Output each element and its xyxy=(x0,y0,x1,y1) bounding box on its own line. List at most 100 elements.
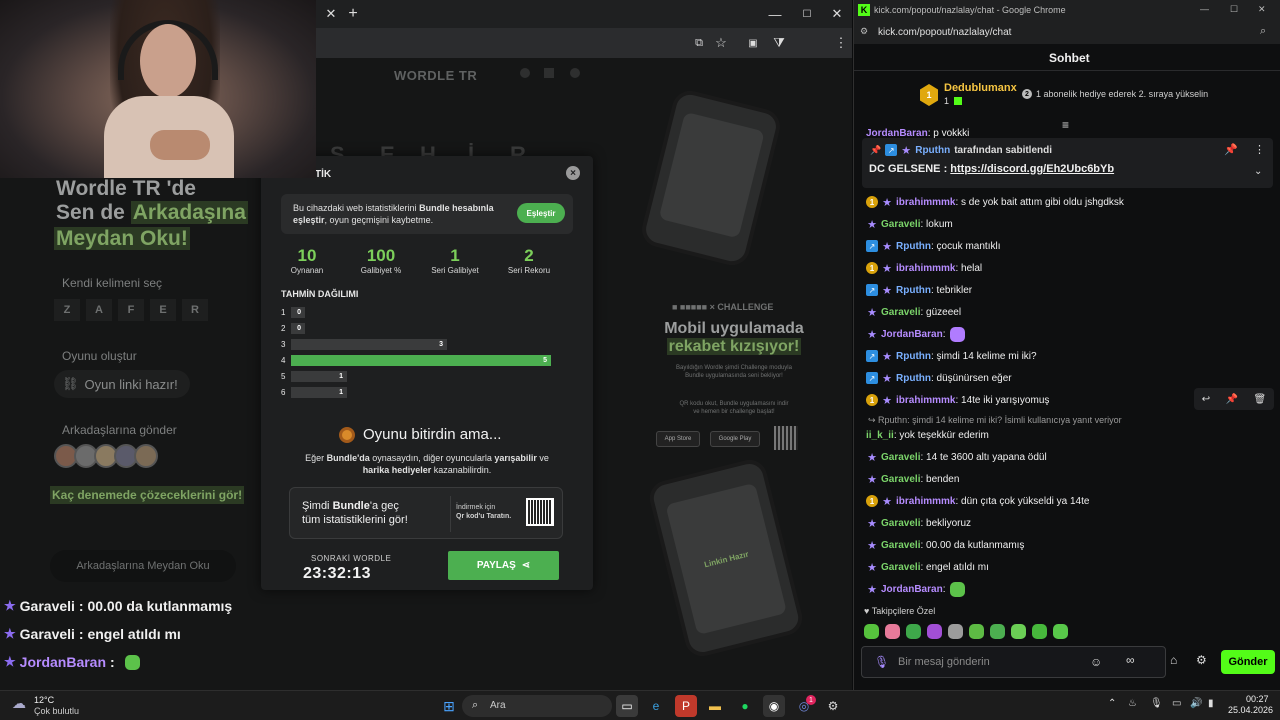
emoji-icon[interactable]: ☺ xyxy=(1090,655,1102,669)
pinned-by-user[interactable]: Rputhn xyxy=(915,145,950,156)
emote-icon[interactable] xyxy=(990,624,1005,639)
link-infinity-icon[interactable]: ∞ xyxy=(1126,653,1135,667)
app-icon[interactable]: ⚙ xyxy=(822,695,844,717)
chat-username[interactable]: ibrahimmmk xyxy=(896,395,955,406)
volume-icon[interactable]: 🔊 xyxy=(1190,698,1202,709)
more-options-icon[interactable]: ⋮ xyxy=(1254,143,1265,156)
cast-icon[interactable]: ⧉ xyxy=(688,32,710,54)
chat-username[interactable]: ibrahimmmk xyxy=(896,263,955,274)
share-button[interactable]: PAYLAŞ ⋖ xyxy=(448,551,559,580)
pin-message-icon[interactable]: 📌 xyxy=(1226,394,1238,405)
file-explorer-icon[interactable]: ▬ xyxy=(704,695,726,717)
battery-icon[interactable]: ▮ xyxy=(1208,698,1214,709)
emote-icon[interactable] xyxy=(1032,624,1047,639)
emote-icon[interactable] xyxy=(948,624,963,639)
taskbar-search[interactable]: ⌕ Ara xyxy=(462,695,612,717)
menu-kebab-icon[interactable]: ⋮ xyxy=(830,32,852,54)
reply-icon[interactable]: ↩ xyxy=(1202,394,1210,405)
chat-username[interactable]: JordanBaran xyxy=(881,584,943,595)
chat-username[interactable]: Garaveli xyxy=(881,307,920,318)
spotify-icon[interactable]: ● xyxy=(734,695,756,717)
emote-icon[interactable] xyxy=(1011,624,1026,639)
stat-label: Seri Rekoru xyxy=(507,266,551,275)
chat-username[interactable]: ibrahimmmk xyxy=(896,197,955,208)
clock-time[interactable]: 00:27 xyxy=(1246,694,1269,704)
collapse-icon[interactable]: ≡ xyxy=(1062,118,1069,132)
emote-icon[interactable] xyxy=(969,624,984,639)
close-icon[interactable]: ✕ xyxy=(1258,4,1266,15)
maximize-icon[interactable]: ☐ xyxy=(796,3,818,25)
steam-icon[interactable]: ♨ xyxy=(1128,698,1137,709)
url-text[interactable]: kick.com/popout/nazlalay/chat xyxy=(878,27,1011,38)
send-button[interactable]: Gönder xyxy=(1221,650,1275,674)
emote-icon[interactable] xyxy=(927,624,942,639)
settings-gear-icon[interactable]: ⚙ xyxy=(1196,653,1207,667)
bundle-promo-box[interactable]: Şimdi Bundle'a geç tüm istatistiklerini … xyxy=(289,487,563,539)
zoom-search-icon[interactable]: ⌕ xyxy=(1260,25,1266,38)
chat-username[interactable]: Garaveli xyxy=(881,562,920,573)
chat-username[interactable]: Rputhn xyxy=(896,373,931,384)
new-tab-icon[interactable]: + xyxy=(342,3,364,25)
modal-title: TİK xyxy=(315,169,332,180)
settings-gear-icon[interactable] xyxy=(570,68,580,78)
emote-icon[interactable] xyxy=(906,624,921,639)
delete-icon[interactable]: 🗑 xyxy=(1254,394,1267,405)
chat-username[interactable]: Garaveli xyxy=(881,452,920,463)
chat-username[interactable]: Garaveli xyxy=(881,474,920,485)
chevron-down-icon[interactable]: ⌄ xyxy=(1254,166,1262,177)
minimize-icon[interactable]: — xyxy=(1200,4,1209,14)
chat-username[interactable]: Garaveli xyxy=(881,518,920,529)
chat-username[interactable]: Garaveli xyxy=(881,219,920,230)
sync-button[interactable]: Eşleştir xyxy=(517,203,565,223)
weather-desc[interactable]: Çok bulutlu xyxy=(34,706,79,716)
chat-username[interactable]: ii_k_ii xyxy=(866,430,894,441)
maximize-icon[interactable]: ☐ xyxy=(1230,4,1238,15)
app-store-button[interactable]: App Store xyxy=(656,431,700,447)
chat-username[interactable]: JordanBaran xyxy=(866,128,928,138)
gifter-name[interactable]: Dedublumanx xyxy=(944,82,1017,94)
sub-star-icon: ★ xyxy=(882,350,892,363)
task-view-icon[interactable]: ▭ xyxy=(616,695,638,717)
site-info-icon[interactable]: ⚙ xyxy=(860,26,868,37)
statistics-modal: TİK × Bu cihazdaki web istatistiklerini … xyxy=(261,156,593,590)
app-p-icon[interactable]: P xyxy=(675,695,697,717)
minimize-icon[interactable]: — xyxy=(764,3,786,25)
mic-icon[interactable]: 🎙 xyxy=(1150,698,1163,709)
bundle-main-text: Şimdi Bundle'a geç tüm istatistiklerini … xyxy=(302,499,452,527)
network-icon[interactable]: ▭ xyxy=(1172,698,1181,709)
edge-icon[interactable]: e xyxy=(645,695,667,717)
chat-username[interactable]: Rputhn xyxy=(896,351,931,362)
reader-icon[interactable]: ▣ xyxy=(742,32,764,54)
tab-close-icon[interactable]: ✕ xyxy=(320,3,342,25)
challenge-friends-button[interactable]: Arkadaşlarına Meydan Oku xyxy=(50,550,236,582)
chrome-icon[interactable]: ◉ xyxy=(763,695,785,717)
extensions-icon[interactable]: ⧩ xyxy=(768,32,790,54)
chat-username[interactable]: Garaveli xyxy=(881,540,920,551)
modal-close-icon[interactable]: × xyxy=(566,166,580,180)
windows-start-icon[interactable]: ⊞ xyxy=(438,695,460,717)
pinned-link[interactable]: https://discord.gg/Eh2Ubc6bYb xyxy=(950,163,1114,175)
emote-icon[interactable] xyxy=(885,624,900,639)
guess-count-link[interactable]: Kaç denemede çözeceklerini gör! xyxy=(50,486,245,504)
clock-date[interactable]: 25.04.2026 xyxy=(1228,705,1273,715)
site-title[interactable]: WORDLE TR xyxy=(394,68,477,83)
window-close-icon[interactable]: ✕ xyxy=(826,3,848,25)
chat-username[interactable]: JordanBaran xyxy=(881,329,943,340)
unpin-icon[interactable]: 📌 xyxy=(1224,143,1238,156)
bookmark-star-icon[interactable]: ☆ xyxy=(710,32,732,54)
chat-username[interactable]: ibrahimmmk xyxy=(896,496,955,507)
stats-icon[interactable] xyxy=(544,68,554,78)
chat-username[interactable]: Rputhn xyxy=(896,285,931,296)
help-icon[interactable] xyxy=(520,68,530,78)
weather-cloud-icon[interactable]: ☁ xyxy=(12,695,26,712)
chat-username[interactable]: Rputhn xyxy=(896,241,931,252)
store-icon[interactable]: ⌂ xyxy=(1170,653,1177,667)
google-play-button[interactable]: Google Play xyxy=(710,431,760,447)
dist-guess: 2 xyxy=(281,323,286,333)
message-input[interactable]: 🎙 Bir mesaj gönderin ☺ xyxy=(861,646,1166,678)
emote-icon[interactable] xyxy=(1053,624,1068,639)
weather-temp[interactable]: 12°C xyxy=(34,695,54,705)
emote-icon[interactable] xyxy=(864,624,879,639)
tray-chevron-icon[interactable]: ⌃ xyxy=(1108,698,1116,709)
microphone-icon[interactable]: 🎙 xyxy=(874,655,889,669)
